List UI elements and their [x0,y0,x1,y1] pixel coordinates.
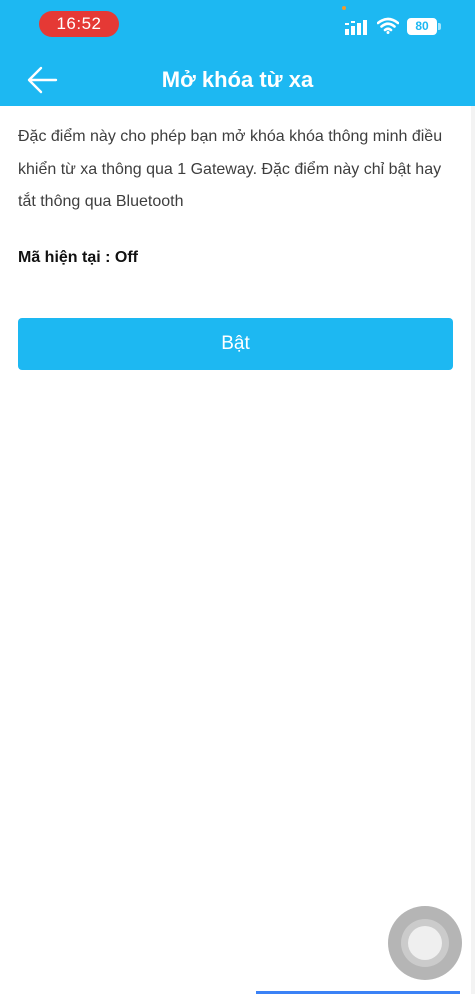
status-time: 16:52 [39,11,119,37]
enable-button[interactable]: Bật [18,318,453,370]
battery-icon: 80 [407,18,437,35]
assistive-touch-ring [401,919,449,967]
assistive-touch-button[interactable] [388,906,462,980]
scroll-edge [471,106,475,994]
privacy-indicator-dot [342,6,346,10]
page-title: Mở khóa từ xa [161,67,314,92]
app-screen: 16:52 80 Mở khóa từ xa Đặc điểm này cho … [0,0,475,994]
cellular-signal-icon [345,20,367,35]
feature-description: Đặc điểm này cho phép bạn mở khóa khóa t… [18,128,443,210]
battery-tip [438,23,441,30]
wifi-icon [377,17,399,34]
current-status-text: Mã hiện tại : Off [18,249,138,266]
app-header: 16:52 80 Mở khóa từ xa [0,0,475,106]
assistive-touch-core [408,926,442,960]
